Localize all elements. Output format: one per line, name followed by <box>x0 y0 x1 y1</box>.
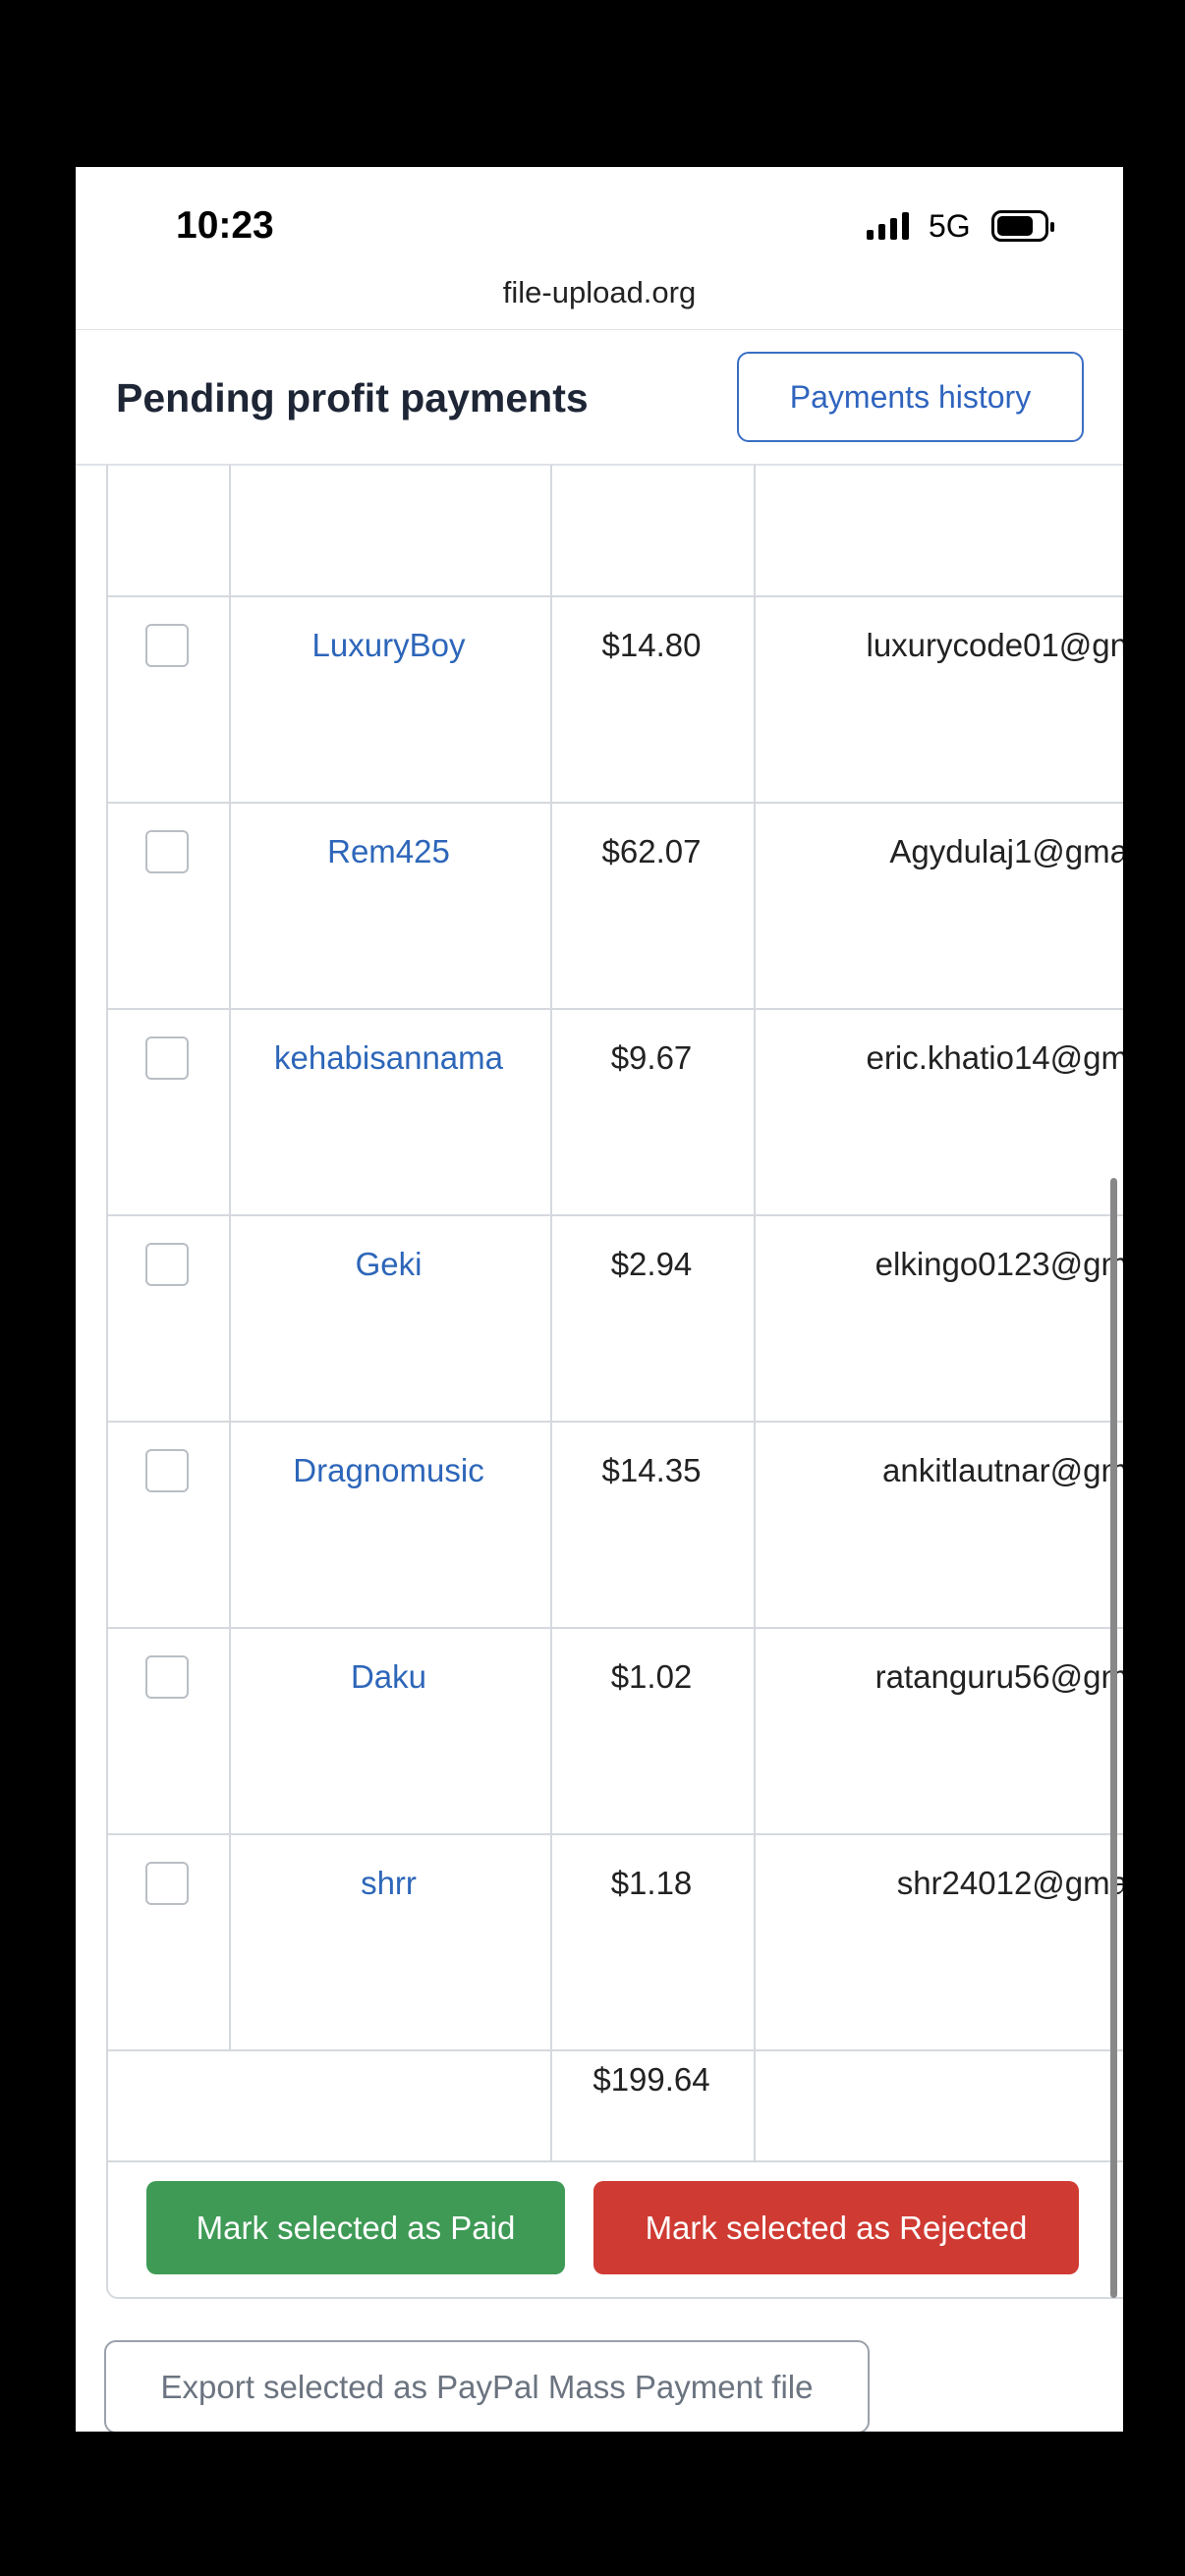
username-link[interactable]: LuxuryBoy <box>229 627 548 664</box>
payment-amount: $1.02 <box>610 1658 693 1695</box>
row-divider <box>106 2160 1123 2162</box>
table-row: Rem425 $62.07 Agydulaj1@gma <box>106 804 1123 1010</box>
signal-icon <box>867 212 909 240</box>
table-row: Dragnomusic $14.35 ankitlautnar@gm <box>106 1423 1123 1629</box>
username-link[interactable]: Geki <box>229 1246 548 1283</box>
table-row: LuxuryBoy $14.80 luxurycode01@gn <box>106 597 1123 804</box>
payment-amount: $14.80 <box>601 627 702 663</box>
row-select-checkbox[interactable] <box>145 1449 189 1492</box>
phone-screen: 10:23 5G file-upload.org Pending profit … <box>76 167 1123 2432</box>
username-link[interactable]: shrr <box>229 1865 548 1902</box>
paypal-email: Agydulaj1@gma <box>889 833 1123 869</box>
scrollbar[interactable] <box>1110 1178 1117 2298</box>
page-title: Pending profit payments <box>116 375 589 420</box>
row-divider <box>106 2049 1123 2051</box>
username-link[interactable]: kehabisannama <box>229 1039 548 1077</box>
address-bar-url[interactable]: file-upload.org <box>76 275 1123 310</box>
row-select-checkbox[interactable] <box>145 1862 189 1905</box>
row-select-checkbox[interactable] <box>145 624 189 667</box>
network-type: 5G <box>929 208 971 244</box>
mark-paid-button[interactable]: Mark selected as Paid <box>146 2181 565 2274</box>
payment-amount: $14.35 <box>601 1452 702 1488</box>
table-row: Daku $1.02 ratanguru56@gm <box>106 1629 1123 1835</box>
payment-amount: $2.94 <box>610 1246 693 1282</box>
paypal-email: luxurycode01@gn <box>866 627 1124 663</box>
paypal-email: shr24012@gma <box>896 1865 1123 1901</box>
table-row: kehabisannama $9.67 eric.khatio14@gm <box>106 1010 1123 1216</box>
table-row: Geki $2.94 elkingo0123@gm <box>106 1216 1123 1423</box>
paypal-email: ankitlautnar@gm <box>882 1452 1123 1488</box>
username-link[interactable]: Rem425 <box>229 833 548 870</box>
battery-icon <box>991 210 1054 242</box>
table-row: shrr $1.18 shr24012@gma <box>106 1835 1123 2042</box>
payment-amount: $1.18 <box>610 1865 693 1901</box>
paypal-email: elkingo0123@gm <box>875 1246 1123 1282</box>
mark-rejected-button[interactable]: Mark selected as Rejected <box>593 2181 1079 2274</box>
row-select-checkbox[interactable] <box>145 1243 189 1286</box>
total-amount: $199.64 <box>592 2061 710 2098</box>
address-bar-divider <box>76 329 1123 330</box>
export-paypal-button[interactable]: Export selected as PayPal Mass Payment f… <box>104 2340 870 2432</box>
payment-amount: $62.07 <box>601 833 702 869</box>
payment-amount: $9.67 <box>610 1039 693 1076</box>
paypal-email: ratanguru56@gm <box>875 1658 1123 1695</box>
paypal-email: eric.khatio14@gm <box>866 1039 1123 1076</box>
row-select-checkbox[interactable] <box>145 1655 189 1699</box>
status-time: 10:23 <box>176 204 274 247</box>
username-link[interactable]: Dragnomusic <box>229 1452 548 1489</box>
username-link[interactable]: Daku <box>229 1658 548 1696</box>
row-select-checkbox[interactable] <box>145 1036 189 1080</box>
row-select-checkbox[interactable] <box>145 830 189 873</box>
payments-history-button[interactable]: Payments history <box>737 352 1084 442</box>
